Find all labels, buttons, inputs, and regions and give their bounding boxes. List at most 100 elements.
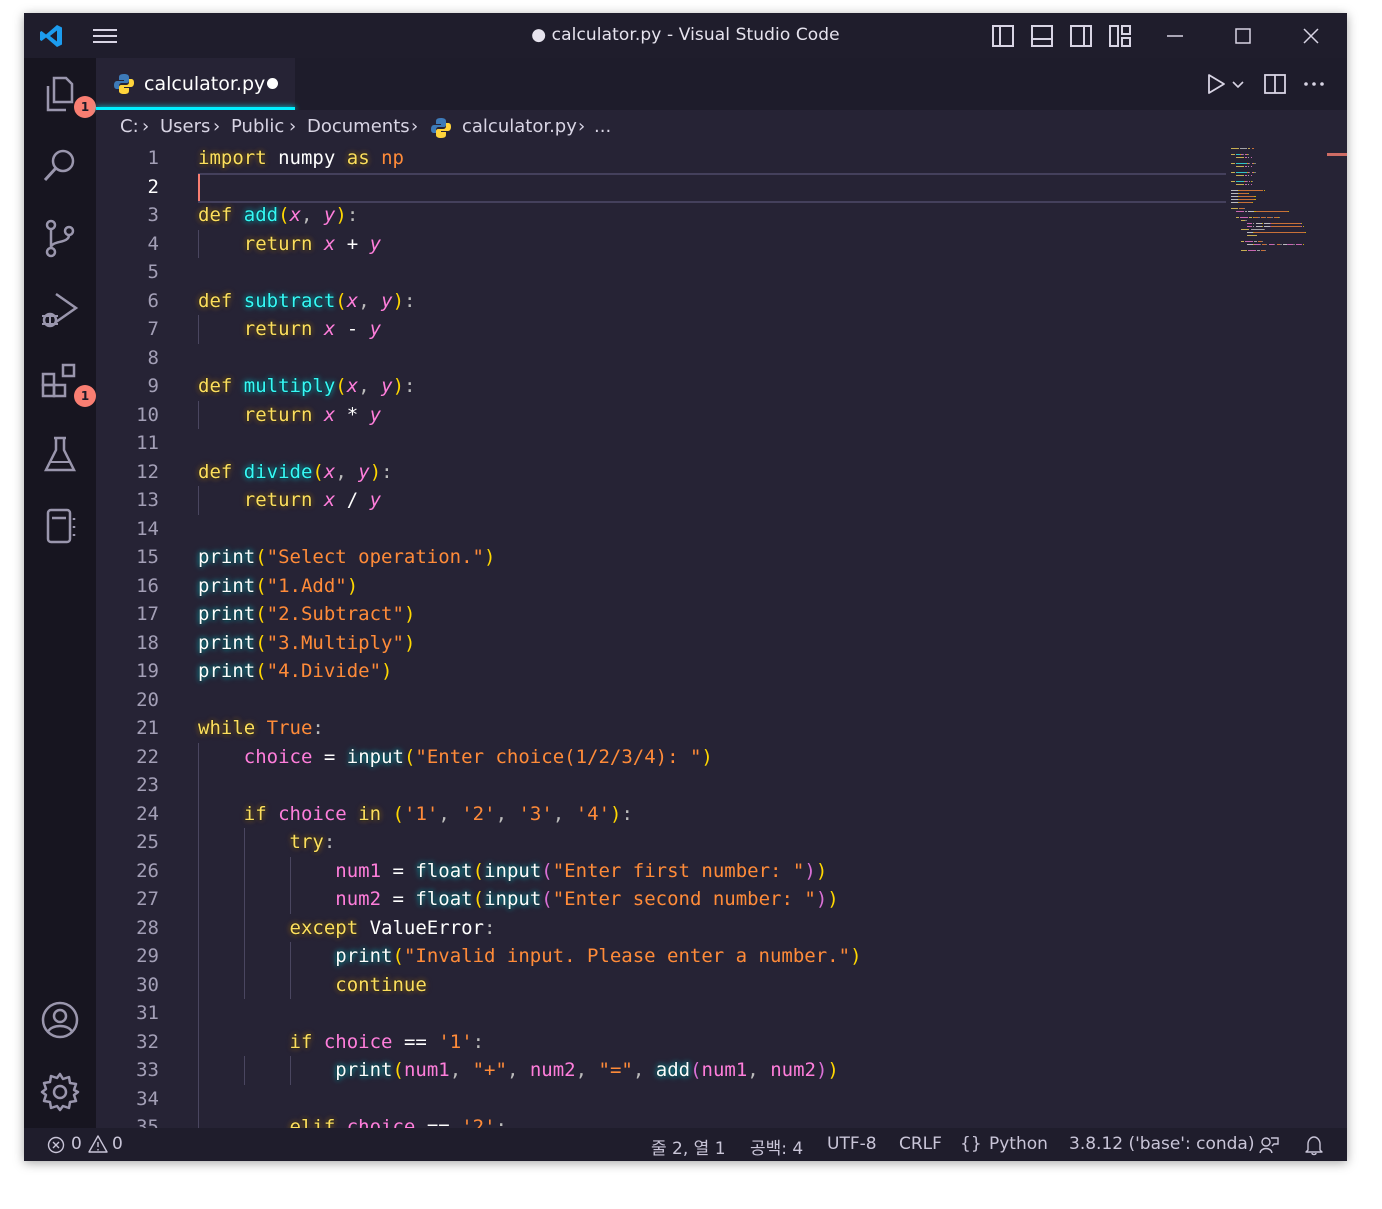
code-line[interactable]: 22 choice = input("Enter choice(1/2/3/4)…	[96, 743, 1256, 772]
code-line[interactable]: 24 if choice in ('1', '2', '3', '4'):	[96, 800, 1256, 829]
toggle-panel-icon[interactable]	[1029, 23, 1055, 49]
end-of-line[interactable]: CRLF	[899, 1134, 942, 1154]
run-debug-button[interactable]	[38, 288, 82, 332]
run-python-file-icon[interactable]	[1203, 71, 1229, 97]
breadcrumb-item-file[interactable]: calculator.py	[462, 116, 577, 137]
breadcrumb-item-public[interactable]: Public	[231, 116, 284, 137]
account-button[interactable]	[38, 998, 82, 1042]
line-number: 24	[136, 802, 159, 825]
warning-icon[interactable]	[88, 1135, 108, 1153]
testing-button[interactable]	[38, 432, 82, 476]
chevron-right-icon: ›	[578, 116, 586, 137]
breadcrumb-item-documents[interactable]: Documents	[307, 116, 410, 137]
extensions-button[interactable]: 1	[38, 360, 96, 407]
customize-layout-icon[interactable]	[1107, 23, 1133, 49]
code-line[interactable]: 18 print("3.Multiply")	[96, 629, 1256, 658]
toggle-secondary-sidebar-icon[interactable]	[1068, 23, 1094, 49]
minimap-token	[1236, 166, 1244, 167]
minimap-token	[1245, 220, 1247, 221]
code-line[interactable]: 25 try:	[96, 828, 1256, 857]
split-editor-icon[interactable]	[1262, 71, 1288, 97]
code-line[interactable]: 6 def subtract(x, y):	[96, 287, 1256, 316]
code-line[interactable]: 7 return x - y	[96, 315, 1256, 344]
minimap-token	[1247, 250, 1256, 251]
code-line[interactable]: 2	[96, 173, 1256, 202]
toggle-primary-sidebar-icon[interactable]	[990, 23, 1016, 49]
indentation-setting[interactable]: 공백: 4	[750, 1134, 803, 1159]
minimap-token	[1302, 244, 1304, 245]
code-line[interactable]: 20	[96, 686, 1256, 715]
minimap-token	[1246, 181, 1248, 182]
code-line[interactable]: 26 num1 = float(input("Enter first numbe…	[96, 857, 1256, 886]
code-line[interactable]: 23	[96, 771, 1256, 800]
feedback-icon[interactable]	[1258, 1134, 1280, 1156]
warning-count[interactable]: 0	[112, 1134, 123, 1154]
code-text: print("4.Divide")	[198, 660, 393, 682]
cursor-position[interactable]: 줄 2, 열 1	[651, 1134, 726, 1159]
error-icon[interactable]	[47, 1136, 65, 1154]
code-line[interactable]: 14	[96, 515, 1256, 544]
maximize-icon[interactable]	[1230, 23, 1256, 49]
code-line[interactable]: 30 continue	[96, 971, 1256, 1000]
language-mode[interactable]: Python	[989, 1134, 1048, 1154]
code-line[interactable]: 21 while True:	[96, 714, 1256, 743]
code-line[interactable]: 9 def multiply(x, y):	[96, 372, 1256, 401]
code-editor[interactable]: 1 import numpy as np 2 3 def add(x, y): 4 ret…	[96, 146, 1347, 1128]
code-line[interactable]: 34	[96, 1085, 1256, 1114]
notifications-bell-icon[interactable]	[1303, 1134, 1325, 1156]
code-line[interactable]: 5	[96, 258, 1256, 287]
more-actions-icon[interactable]	[1301, 71, 1327, 97]
code-line[interactable]: 19 print("4.Divide")	[96, 657, 1256, 686]
chevron-down-icon[interactable]	[1229, 75, 1247, 93]
code-line[interactable]: 8	[96, 344, 1256, 373]
minimize-icon[interactable]	[1162, 23, 1188, 49]
notebook-button[interactable]	[38, 504, 82, 548]
code-line[interactable]: 15 print("Select operation.")	[96, 543, 1256, 572]
line-number: 11	[136, 432, 159, 454]
code-line[interactable]: 1 import numpy as np	[96, 146, 1256, 173]
error-count[interactable]: 0	[71, 1134, 82, 1154]
minimap-token	[1246, 226, 1252, 227]
settings-button[interactable]	[38, 1070, 82, 1114]
unsaved-dot-icon[interactable]	[267, 78, 278, 89]
explorer-button[interactable]: 1	[38, 72, 96, 118]
minimap-token	[1231, 163, 1235, 164]
code-line[interactable]: 33 print(num1, "+", num2, "=", add(num1,…	[96, 1056, 1256, 1085]
minimap-token	[1255, 241, 1257, 242]
minimap-token	[1263, 229, 1265, 230]
code-line[interactable]: 32 if choice == '1':	[96, 1028, 1256, 1057]
close-icon[interactable]	[1298, 23, 1324, 49]
minimap-token	[1245, 166, 1247, 167]
code-line[interactable]: 17 print("2.Subtract")	[96, 600, 1256, 629]
minimap-token	[1231, 208, 1238, 209]
code-line[interactable]: 29 print("Invalid input. Please enter a …	[96, 942, 1256, 971]
minimap-token	[1245, 211, 1247, 212]
gear-icon	[40, 1072, 80, 1112]
file-encoding[interactable]: UTF-8	[827, 1134, 877, 1154]
tab-calculator-py[interactable]: calculator.py	[96, 58, 295, 110]
python-interpreter[interactable]: 3.8.12 ('base': conda)	[1069, 1134, 1254, 1154]
code-line[interactable]: 16 print("1.Add")	[96, 572, 1256, 601]
minimap-token	[1247, 157, 1250, 158]
code-line[interactable]: 35 elif choice == '2':	[96, 1113, 1256, 1128]
code-line[interactable]: 28 except ValueError:	[96, 914, 1256, 943]
minimap[interactable]	[1231, 146, 1331, 266]
breadcrumb-item-drive[interactable]: C:	[120, 116, 139, 137]
code-line[interactable]: 11	[96, 429, 1256, 458]
code-line[interactable]: 13 return x / y	[96, 486, 1256, 515]
code-line[interactable]: 3 def add(x, y):	[96, 201, 1256, 230]
code-text: while True:	[198, 717, 324, 739]
code-line[interactable]: 10 return x * y	[96, 401, 1256, 430]
minimap-token	[1266, 244, 1268, 245]
code-line[interactable]: 12 def divide(x, y):	[96, 458, 1256, 487]
source-control-button[interactable]	[38, 216, 82, 260]
minimap-token	[1246, 223, 1252, 224]
search-button[interactable]	[38, 144, 82, 188]
code-line[interactable]: 4 return x + y	[96, 230, 1256, 259]
breadcrumb-item-users[interactable]: Users	[160, 116, 210, 137]
minimap-token	[1241, 250, 1247, 251]
breadcrumb-item-symbol[interactable]: ...	[594, 116, 611, 137]
chevron-right-icon: ›	[411, 116, 419, 137]
code-line[interactable]: 27 num2 = float(input("Enter second numb…	[96, 885, 1256, 914]
code-line[interactable]: 31	[96, 999, 1256, 1028]
